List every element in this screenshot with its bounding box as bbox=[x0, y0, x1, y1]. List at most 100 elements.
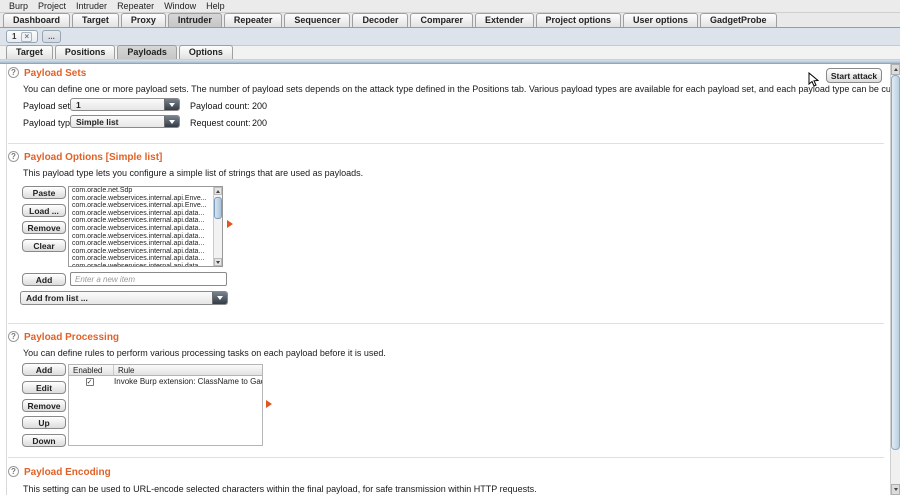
list-item[interactable]: com.oracle.webservices.internal.api.data… bbox=[69, 233, 213, 241]
menu-intruder[interactable]: Intruder bbox=[71, 1, 112, 11]
attack-tab-more[interactable]: ... bbox=[42, 30, 61, 43]
scroll-up-icon[interactable] bbox=[891, 64, 900, 75]
column-rule[interactable]: Rule bbox=[114, 365, 138, 375]
remove-button[interactable]: Remove bbox=[22, 221, 66, 234]
add-from-list-dropdown[interactable]: Add from list ... bbox=[20, 291, 228, 305]
list-item[interactable]: com.oracle.webservices.internal.api.data… bbox=[69, 225, 213, 233]
rule-cell: Invoke Burp extension: ClassName to Gadg… bbox=[110, 377, 262, 386]
menu-bar: Burp Project Intruder Repeater Window He… bbox=[0, 0, 900, 13]
payload-count-value: 200 bbox=[252, 101, 267, 111]
payload-count-label: Payload count: bbox=[190, 101, 250, 111]
list-scrollbar-thumb[interactable] bbox=[214, 197, 222, 219]
enabled-cell: ✓ bbox=[69, 378, 110, 386]
panel-left-border bbox=[6, 64, 7, 495]
menu-burp[interactable]: Burp bbox=[4, 1, 33, 11]
payload-sets-title: Payload Sets bbox=[24, 68, 86, 79]
scroll-down-icon[interactable] bbox=[214, 258, 222, 266]
payload-set-label: Payload set: bbox=[23, 101, 73, 111]
list-item[interactable]: com.oracle.webservices.internal.api.Enve… bbox=[69, 202, 213, 210]
payload-options-title: Payload Options [Simple list] bbox=[24, 152, 162, 163]
resize-arrow-icon[interactable] bbox=[266, 400, 272, 408]
help-icon[interactable]: ? bbox=[8, 466, 19, 477]
clear-button[interactable]: Clear bbox=[22, 239, 66, 252]
tab-comparer[interactable]: Comparer bbox=[410, 13, 473, 27]
tab-intruder-options[interactable]: Options bbox=[179, 45, 233, 59]
checkbox-checked-icon[interactable]: ✓ bbox=[86, 378, 94, 386]
add-button[interactable]: Add bbox=[22, 273, 66, 286]
tab-decoder[interactable]: Decoder bbox=[352, 13, 408, 27]
menu-window[interactable]: Window bbox=[159, 1, 201, 11]
payload-processing-description: You can define rules to perform various … bbox=[23, 348, 386, 358]
request-count-value: 200 bbox=[252, 118, 267, 128]
new-item-input[interactable] bbox=[70, 272, 227, 286]
processing-remove-button[interactable]: Remove bbox=[22, 399, 66, 412]
payload-options-description: This payload type lets you configure a s… bbox=[23, 168, 363, 178]
processing-up-button[interactable]: Up bbox=[22, 416, 66, 429]
main-scrollbar-thumb[interactable] bbox=[891, 75, 900, 450]
tab-sequencer[interactable]: Sequencer bbox=[284, 13, 350, 27]
menu-repeater[interactable]: Repeater bbox=[112, 1, 159, 11]
help-icon[interactable]: ? bbox=[8, 151, 19, 162]
tab-project-options[interactable]: Project options bbox=[536, 13, 622, 27]
scroll-down-icon[interactable] bbox=[891, 484, 900, 495]
payload-type-value: Simple list bbox=[71, 117, 164, 127]
list-item[interactable]: com.oracle.webservices.internal.api.data… bbox=[69, 240, 213, 248]
tab-dashboard[interactable]: Dashboard bbox=[3, 13, 70, 27]
attack-tab-1-label: 1 bbox=[12, 32, 16, 41]
start-attack-button[interactable]: Start attack bbox=[826, 68, 882, 83]
attack-tab-1[interactable]: 1 × bbox=[6, 30, 38, 43]
request-count-label: Request count: bbox=[190, 118, 251, 128]
payload-sets-description: You can define one or more payload sets.… bbox=[23, 84, 900, 94]
list-item[interactable]: com.oracle.net.Sdp bbox=[69, 187, 213, 195]
list-scrollbar[interactable] bbox=[213, 187, 222, 266]
payloads-panel: ? Payload Sets Start attack You can defi… bbox=[0, 64, 900, 495]
resize-arrow-icon[interactable] bbox=[227, 220, 233, 228]
payload-list[interactable]: com.oracle.net.Sdp com.oracle.webservice… bbox=[68, 186, 223, 267]
table-row[interactable]: ✓ Invoke Burp extension: ClassName to Ga… bbox=[69, 376, 262, 387]
tab-repeater[interactable]: Repeater bbox=[224, 13, 283, 27]
help-icon[interactable]: ? bbox=[8, 67, 19, 78]
chevron-down-icon bbox=[164, 99, 179, 110]
payload-encoding-title: Payload Encoding bbox=[24, 467, 111, 478]
section-divider bbox=[8, 323, 884, 324]
list-item[interactable]: com.oracle.webservices.internal.api.data… bbox=[69, 210, 213, 218]
menu-project[interactable]: Project bbox=[33, 1, 71, 11]
processing-rules-table[interactable]: Enabled Rule ✓ Invoke Burp extension: Cl… bbox=[68, 364, 263, 446]
chevron-down-icon bbox=[164, 116, 179, 127]
column-enabled[interactable]: Enabled bbox=[69, 365, 114, 375]
mouse-cursor bbox=[808, 72, 819, 87]
tab-intruder-payloads[interactable]: Payloads bbox=[117, 45, 177, 59]
add-from-list-value: Add from list ... bbox=[21, 293, 212, 303]
payload-set-dropdown[interactable]: 1 bbox=[70, 98, 180, 111]
payload-set-value: 1 bbox=[71, 100, 164, 110]
load-button[interactable]: Load ... bbox=[22, 204, 66, 217]
table-header: Enabled Rule bbox=[69, 365, 262, 376]
list-item[interactable]: com.oracle.webservices.internal.api.data… bbox=[69, 263, 213, 266]
burp-suite-window: Burp Project Intruder Repeater Window He… bbox=[0, 0, 900, 495]
section-divider bbox=[8, 143, 884, 144]
attack-tab-bar: 1 × ... bbox=[0, 28, 900, 46]
tab-user-options[interactable]: User options bbox=[623, 13, 698, 27]
list-item[interactable]: com.oracle.webservices.internal.api.data… bbox=[69, 255, 213, 263]
tab-intruder[interactable]: Intruder bbox=[168, 13, 222, 27]
close-icon[interactable]: × bbox=[21, 32, 32, 42]
payload-type-dropdown[interactable]: Simple list bbox=[70, 115, 180, 128]
tab-extender[interactable]: Extender bbox=[475, 13, 534, 27]
list-item[interactable]: com.oracle.webservices.internal.api.data… bbox=[69, 248, 213, 256]
scroll-up-icon[interactable] bbox=[214, 187, 222, 195]
chevron-down-icon bbox=[212, 292, 227, 304]
processing-edit-button[interactable]: Edit bbox=[22, 381, 66, 394]
tab-intruder-positions[interactable]: Positions bbox=[55, 45, 116, 59]
tab-intruder-target[interactable]: Target bbox=[6, 45, 53, 59]
tab-target[interactable]: Target bbox=[72, 13, 119, 27]
tab-proxy[interactable]: Proxy bbox=[121, 13, 166, 27]
processing-add-button[interactable]: Add bbox=[22, 363, 66, 376]
list-item[interactable]: com.oracle.webservices.internal.api.Enve… bbox=[69, 195, 213, 203]
list-item[interactable]: com.oracle.webservices.internal.api.data… bbox=[69, 217, 213, 225]
help-icon[interactable]: ? bbox=[8, 331, 19, 342]
paste-button[interactable]: Paste bbox=[22, 186, 66, 199]
processing-down-button[interactable]: Down bbox=[22, 434, 66, 447]
tab-gadgetprobe[interactable]: GadgetProbe bbox=[700, 13, 777, 27]
main-scrollbar[interactable] bbox=[890, 64, 900, 495]
menu-help[interactable]: Help bbox=[201, 1, 230, 11]
